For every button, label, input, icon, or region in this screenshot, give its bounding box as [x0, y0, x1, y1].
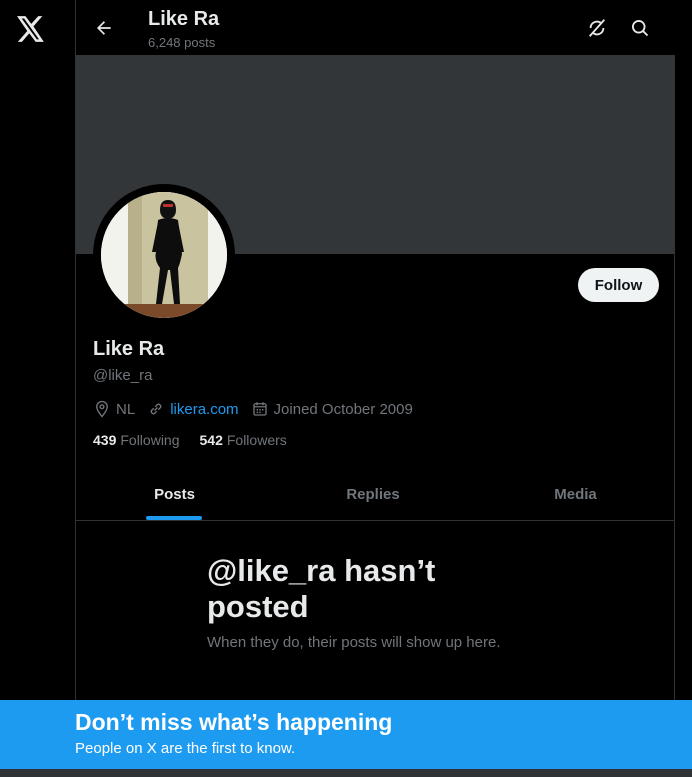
- following-count: 439: [93, 432, 117, 448]
- header-title: Like Ra: [148, 8, 220, 30]
- tab-media[interactable]: Media: [476, 468, 675, 521]
- followers-link[interactable]: 542 Followers: [200, 432, 287, 448]
- location: NL: [93, 400, 135, 418]
- left-rail: [0, 0, 76, 777]
- bottom-strip: [0, 769, 692, 777]
- empty-state-title: @like_ra hasn’t posted: [207, 553, 436, 624]
- tab-replies[interactable]: Replies: [273, 468, 473, 521]
- signup-cta-bar: Don’t miss what’s happening People on X …: [0, 700, 692, 769]
- back-button[interactable]: [88, 12, 120, 44]
- avatar[interactable]: [93, 184, 235, 326]
- refresh-icon: [588, 19, 606, 37]
- profile-meta: NL likera.com Joined October 2009: [93, 399, 425, 419]
- joined-text: Joined October 2009: [273, 400, 413, 418]
- calendar-icon: [252, 402, 267, 416]
- empty-state-subtitle: When they do, their posts will show up h…: [207, 634, 501, 651]
- search-icon: [632, 20, 649, 37]
- profile-column: Like Ra 6,248 posts Follow Like Ra @like…: [75, 0, 675, 777]
- followers-count: 542: [199, 432, 223, 448]
- location-text: NL: [116, 400, 136, 418]
- following-link[interactable]: 439 Following: [93, 432, 180, 448]
- top-bar: Like Ra 6,248 posts: [76, 0, 675, 55]
- cta-subtitle: People on X are the first to know.: [75, 740, 296, 757]
- location-pin-icon: [96, 400, 108, 418]
- active-tab-indicator: [146, 516, 202, 520]
- cta-title: Don’t miss what’s happening: [75, 709, 393, 735]
- follow-stats: 439 Following 542 Followers: [93, 432, 307, 448]
- website: likera.com: [147, 400, 239, 418]
- followers-label: Followers: [226, 432, 287, 448]
- header-post-count: 6,248 posts: [148, 35, 216, 50]
- link-icon: [150, 403, 162, 415]
- profile-name: Like Ra: [93, 338, 165, 360]
- joined-date: Joined October 2009: [251, 400, 413, 418]
- profile-tabs: Posts Replies Media: [76, 468, 675, 521]
- avatar-image: [101, 192, 227, 318]
- following-label: Following: [120, 432, 180, 448]
- refresh-button[interactable]: [582, 13, 612, 43]
- search-button[interactable]: [625, 13, 655, 43]
- follow-button[interactable]: Follow: [578, 268, 659, 302]
- x-logo-icon[interactable]: [16, 14, 46, 44]
- arrow-left-icon: [97, 21, 111, 35]
- profile-handle: @like_ra: [93, 367, 153, 384]
- tab-posts[interactable]: Posts: [76, 468, 273, 521]
- website-link[interactable]: likera.com: [170, 401, 238, 418]
